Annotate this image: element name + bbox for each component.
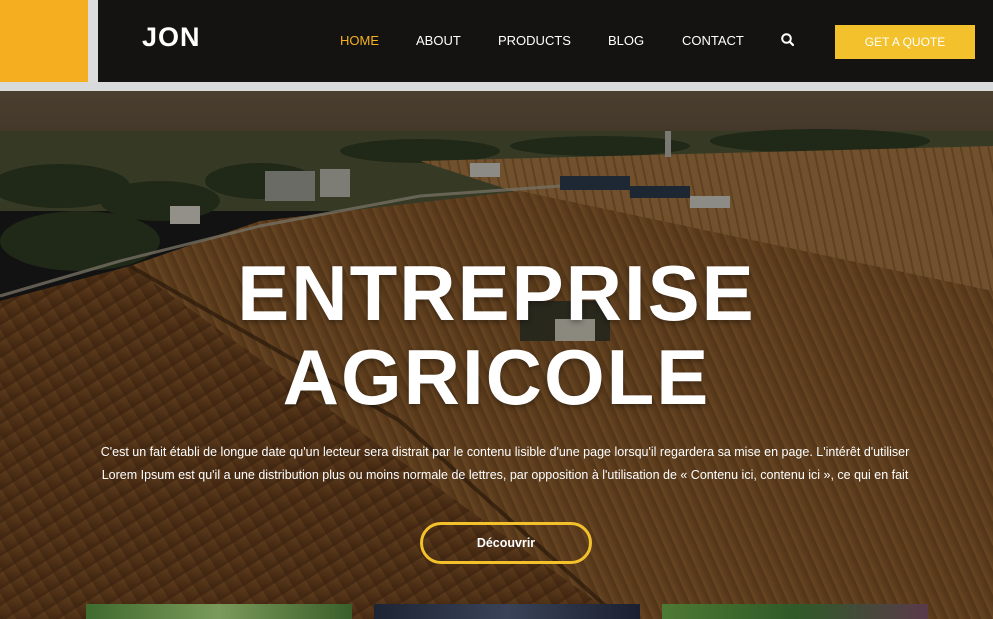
nav-about[interactable]: ABOUT xyxy=(416,33,461,48)
get-quote-button[interactable]: GET A QUOTE xyxy=(835,25,975,59)
search-icon[interactable] xyxy=(780,32,796,48)
hero-description: C'est un fait établi de longue date qu'u… xyxy=(80,441,930,487)
header-divider xyxy=(0,82,993,91)
nav-home[interactable]: HOME xyxy=(340,33,379,48)
feature-card-1[interactable] xyxy=(86,604,352,619)
nav-blog[interactable]: BLOG xyxy=(608,33,644,48)
brand-divider xyxy=(88,0,98,82)
brand-color-block xyxy=(0,0,88,82)
hero-title-line-1: ENTREPRISE xyxy=(237,249,756,337)
nav-contact[interactable]: CONTACT xyxy=(682,33,744,48)
hero-title: ENTREPRISE AGRICOLE xyxy=(0,251,993,419)
nav-products[interactable]: PRODUCTS xyxy=(498,33,571,48)
discover-button[interactable]: Découvrir xyxy=(420,522,592,564)
feature-card-2[interactable] xyxy=(374,604,640,619)
hero-description-line-2: Lorem Ipsum est qu'il a une distribution… xyxy=(101,468,909,482)
hero-description-line-1: C'est un fait établi de longue date qu'u… xyxy=(100,445,910,459)
hero-section: ENTREPRISE AGRICOLE C'est un fait établi… xyxy=(0,91,993,619)
site-logo[interactable]: JON xyxy=(142,22,201,53)
feature-card-3[interactable] xyxy=(662,604,928,619)
hero-title-line-2: AGRICOLE xyxy=(282,333,711,421)
site-header: JON HOME ABOUT PRODUCTS BLOG CONTACT GET… xyxy=(0,0,993,82)
